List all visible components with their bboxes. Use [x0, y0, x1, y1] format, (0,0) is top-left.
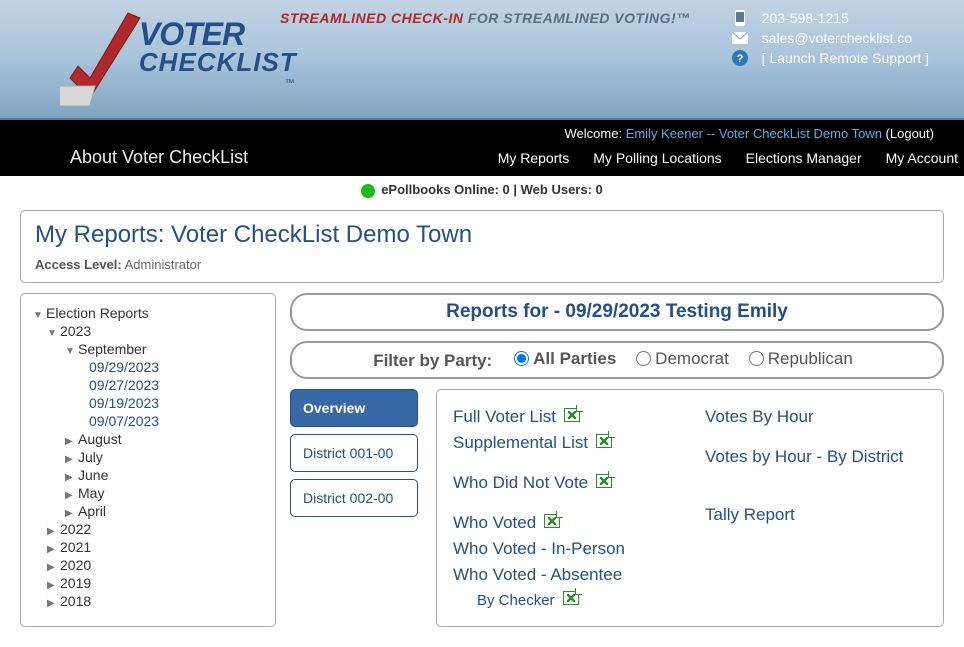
tree-date[interactable]: 09/07/2023	[33, 412, 263, 430]
excel-icon[interactable]	[563, 591, 579, 605]
tree-year[interactable]: ▶2022	[33, 520, 263, 538]
radio-all[interactable]	[514, 351, 529, 366]
header-banner: VOTER CHECKLIST ™ STREAMLINED CHECK-IN F…	[0, 0, 964, 120]
excel-icon[interactable]	[544, 514, 560, 528]
logo-checkmark-icon	[60, 8, 145, 108]
tree-month[interactable]: ▶August	[33, 430, 263, 448]
chevron-right-icon: ▶	[65, 436, 75, 447]
tab-district-001[interactable]: District 001-00	[290, 434, 418, 472]
chevron-right-icon: ▶	[65, 508, 75, 519]
svg-text:?: ?	[736, 53, 743, 65]
excel-icon[interactable]	[596, 434, 612, 448]
reports-for-panel: Reports for - 09/29/2023 Testing Emily	[290, 293, 944, 331]
tree-month[interactable]: ▶July	[33, 448, 263, 466]
chevron-down-icon: ▼	[33, 310, 43, 321]
nav-my-account[interactable]: My Account	[886, 150, 958, 166]
status-text: ePollbooks Online: 0 | Web Users: 0	[381, 182, 603, 197]
tree-year[interactable]: ▶2020	[33, 556, 263, 574]
tree-month[interactable]: ▶April	[33, 502, 263, 520]
help-icon: ?	[730, 50, 750, 66]
tree-year[interactable]: ▶2021	[33, 538, 263, 556]
tree-date[interactable]: 09/27/2023	[33, 376, 263, 394]
chevron-down-icon: ▼	[65, 346, 75, 357]
link-who-voted-in-person[interactable]: Who Voted - In-Person	[453, 536, 675, 562]
email-text: sales@voterchecklist.co	[762, 30, 912, 46]
welcome-line: Welcome: Emily Keener -- Voter CheckList…	[0, 120, 964, 141]
tab-overview[interactable]: Overview	[290, 389, 418, 427]
tree-year[interactable]: ▶2019	[33, 574, 263, 592]
tree-month-september[interactable]: ▼September	[33, 340, 263, 358]
link-by-checker[interactable]: By Checker	[453, 588, 675, 612]
radio-rep[interactable]	[749, 351, 764, 366]
filter-all-parties[interactable]: All Parties	[514, 349, 616, 369]
nav-my-reports[interactable]: My Reports	[498, 150, 570, 166]
link-who-voted-absentee[interactable]: Who Voted - Absentee	[453, 562, 675, 588]
reports-for-title: Reports for - 09/29/2023 Testing Emily	[446, 301, 788, 322]
excel-icon[interactable]	[596, 474, 612, 488]
tagline: STREAMLINED CHECK-IN FOR STREAMLINED VOT…	[280, 10, 691, 26]
nav-polling-locations[interactable]: My Polling Locations	[593, 150, 721, 166]
chevron-right-icon: ▶	[47, 580, 57, 591]
phone-text: 203-598-1215	[762, 10, 849, 26]
phone-icon	[730, 10, 750, 26]
chevron-right-icon: ▶	[65, 472, 75, 483]
launch-remote-support[interactable]: ? [ Launch Remote Support ]	[730, 50, 929, 66]
contact-email[interactable]: sales@voterchecklist.co	[730, 30, 929, 46]
tree-month[interactable]: ▶May	[33, 484, 263, 502]
link-who-did-not-vote[interactable]: Who Did Not Vote	[453, 470, 675, 496]
tree-date[interactable]: 09/29/2023	[33, 358, 263, 376]
filter-panel: Filter by Party: All Parties Democrat Re…	[290, 341, 944, 380]
nav-elections-manager[interactable]: Elections Manager	[746, 150, 862, 166]
tree-year[interactable]: ▶2018	[33, 592, 263, 610]
chevron-right-icon: ▶	[65, 490, 75, 501]
contact-phone: 203-598-1215	[730, 10, 929, 26]
title-panel: My Reports: Voter CheckList Demo Town Ac…	[20, 210, 944, 283]
chevron-right-icon: ▶	[47, 562, 57, 573]
link-full-voter-list[interactable]: Full Voter List	[453, 404, 675, 430]
logout-link[interactable]: Logout	[890, 126, 930, 141]
tab-district-002[interactable]: District 002-00	[290, 479, 418, 517]
reports-tree: ▼Election Reports ▼2023 ▼September 09/29…	[20, 293, 276, 628]
remote-support-text: [ Launch Remote Support ]	[762, 50, 929, 66]
link-votes-by-hour[interactable]: Votes By Hour	[705, 404, 927, 430]
status-bar: ePollbooks Online: 0 | Web Users: 0	[0, 176, 964, 204]
link-who-voted[interactable]: Who Voted	[453, 510, 675, 536]
link-votes-by-hour-district[interactable]: Votes by Hour - By District	[705, 444, 927, 470]
radio-dem[interactable]	[636, 351, 651, 366]
chevron-right-icon: ▶	[47, 526, 57, 537]
reports-box: Full Voter List Supplemental List Who Di…	[436, 389, 944, 627]
page-title: My Reports: Voter CheckList Demo Town	[35, 221, 929, 249]
nav-bar: Welcome: Emily Keener -- Voter CheckList…	[0, 120, 964, 176]
filter-label: Filter by Party:	[373, 351, 492, 370]
chevron-down-icon: ▼	[47, 328, 57, 339]
logo: VOTER CHECKLIST ™	[60, 8, 297, 108]
filter-republican[interactable]: Republican	[749, 349, 853, 369]
chevron-right-icon: ▶	[47, 544, 57, 555]
tree-month[interactable]: ▶June	[33, 466, 263, 484]
chevron-right-icon: ▶	[47, 598, 57, 609]
mail-icon	[730, 30, 750, 46]
filter-democrat[interactable]: Democrat	[636, 349, 729, 369]
link-tally-report[interactable]: Tally Report	[705, 502, 927, 528]
contact-block: 203-598-1215 sales@voterchecklist.co ? […	[730, 10, 929, 70]
nav-about[interactable]: About Voter CheckList	[0, 147, 248, 168]
link-supplemental-list[interactable]: Supplemental List	[453, 430, 675, 456]
status-dot-icon	[361, 184, 375, 198]
excel-icon[interactable]	[564, 408, 580, 422]
logo-text-checklist: CHECKLIST	[139, 47, 297, 78]
tree-date[interactable]: 09/19/2023	[33, 394, 263, 412]
tree-year-2023[interactable]: ▼2023	[33, 322, 263, 340]
access-level: Access Level: Administrator	[35, 257, 929, 272]
chevron-right-icon: ▶	[65, 454, 75, 465]
tree-root[interactable]: ▼Election Reports	[33, 304, 263, 322]
logo-tm: ™	[139, 78, 295, 89]
